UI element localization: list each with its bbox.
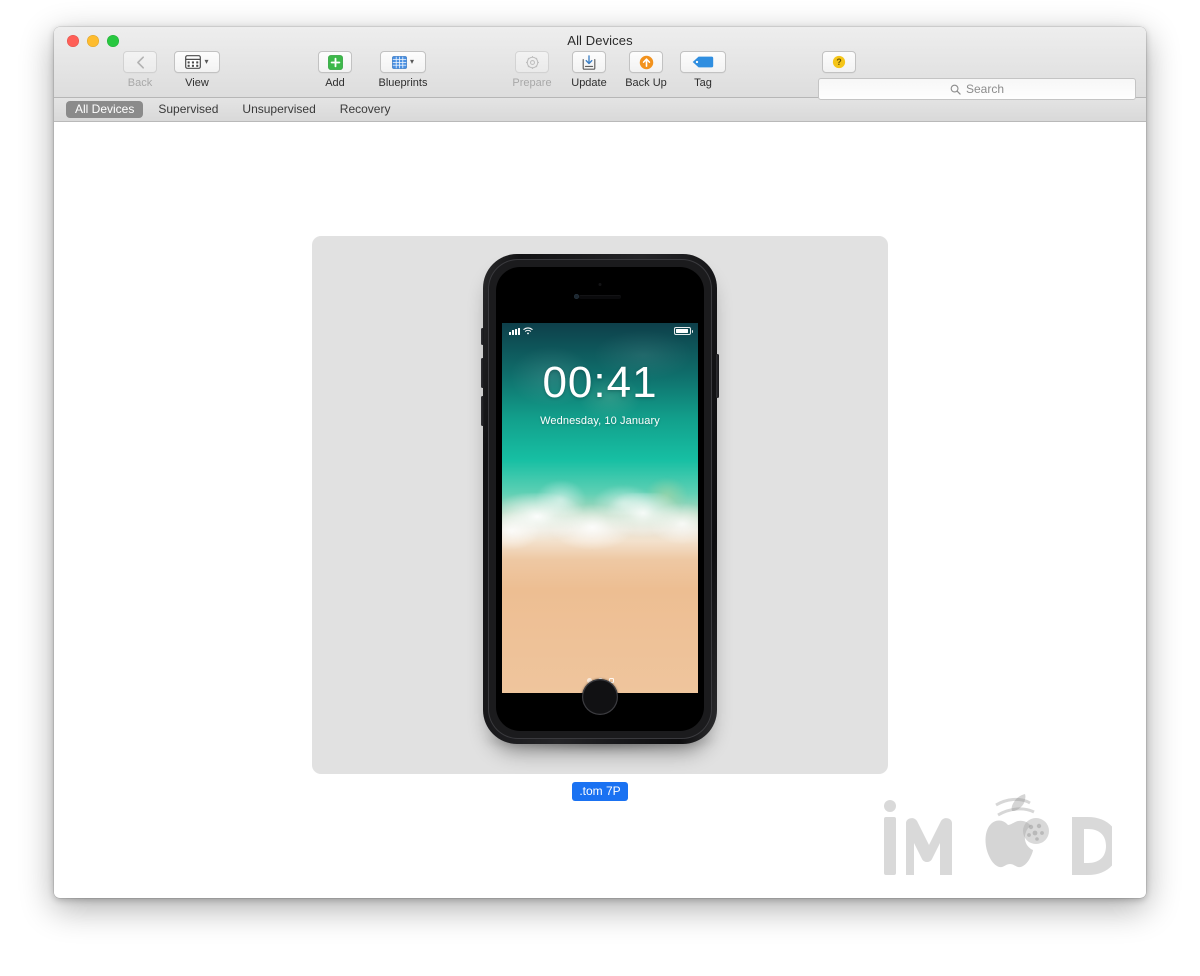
wifi-icon xyxy=(523,326,533,334)
device-name-row: .tom 7P xyxy=(312,782,888,801)
backup-button-face xyxy=(629,51,663,73)
iphone-graphic: 00:41 Wednesday, 10 January xyxy=(481,254,719,744)
question-circle-icon: ? xyxy=(832,55,846,69)
iphone-bezel: 00:41 Wednesday, 10 January xyxy=(488,259,712,739)
toolbar-label-blueprints: Blueprints xyxy=(378,77,428,89)
blueprints-button-face: ▾ xyxy=(380,51,426,73)
imod-watermark xyxy=(876,783,1119,885)
volume-up-button-icon xyxy=(481,358,484,388)
toolbar-label-update: Update xyxy=(571,77,607,89)
tag-button-face xyxy=(680,51,726,73)
toolbar-label-view: View xyxy=(185,77,209,89)
home-button-icon xyxy=(582,679,618,715)
toolbar-button-add[interactable]: Add xyxy=(304,51,366,89)
toolbar-button-prepare[interactable]: Prepare xyxy=(501,51,563,89)
add-button-face xyxy=(318,51,352,73)
back-button-face xyxy=(123,51,157,73)
filter-all-devices[interactable]: All Devices xyxy=(66,101,144,118)
status-bar-left xyxy=(509,326,533,335)
filter-bar: All Devices Supervised Unsupervised Reco… xyxy=(54,98,1146,122)
toolbar-label-add: Add xyxy=(325,77,345,89)
search-field-wrapper[interactable]: Search xyxy=(818,78,1136,100)
toolbar-label-back: Back xyxy=(127,77,153,89)
toolbar-button-update[interactable]: Update xyxy=(558,51,620,89)
volume-down-button-icon xyxy=(481,396,484,426)
imod-logo-icon xyxy=(884,794,1119,875)
lockscreen-clock: 00:41 xyxy=(542,358,658,407)
filter-unsupervised[interactable]: Unsupervised xyxy=(233,101,324,118)
iphone-screen: 00:41 Wednesday, 10 January xyxy=(502,323,698,693)
battery-icon xyxy=(674,326,693,335)
silent-switch-icon xyxy=(481,328,484,345)
desktop-background: All Devices Back ▾ View Add ▾ Blueprints… xyxy=(0,0,1200,976)
chevron-down-icon: ▾ xyxy=(204,57,209,66)
toolbar-button-back[interactable]: Back xyxy=(109,51,171,89)
ios-status-bar xyxy=(502,323,698,338)
window-titlebar: All Devices Back ▾ View Add ▾ Blueprints… xyxy=(54,27,1146,100)
toolbar-button-blueprints[interactable]: ▾ Blueprints xyxy=(363,51,443,89)
arrow-up-circle-icon xyxy=(639,55,653,69)
earpiece-speaker-icon xyxy=(579,295,621,299)
view-grid-icon xyxy=(185,55,202,69)
toolbar: Back ▾ View Add ▾ Blueprints Prepare Upd… xyxy=(54,51,1146,100)
plus-green-icon xyxy=(327,54,343,70)
toolbar-button-backup[interactable]: Back Up xyxy=(615,51,677,89)
help-button-face: ? xyxy=(822,51,856,73)
search-placeholder: Search xyxy=(965,82,1005,96)
window-title: All Devices xyxy=(567,33,633,48)
iphone-body: 00:41 Wednesday, 10 January xyxy=(481,254,719,744)
device-name-label[interactable]: .tom 7P xyxy=(572,782,628,801)
blueprint-icon xyxy=(392,55,407,69)
iphone-front-face: 00:41 Wednesday, 10 January xyxy=(496,267,704,731)
filter-recovery[interactable]: Recovery xyxy=(331,101,400,118)
search-field[interactable]: Search xyxy=(818,78,1136,100)
device-tile[interactable]: 00:41 Wednesday, 10 January xyxy=(312,236,888,774)
wallpaper-foam-front xyxy=(502,493,698,553)
svg-text:?: ? xyxy=(836,57,841,67)
chevron-left-icon xyxy=(136,55,144,69)
power-button-icon xyxy=(716,354,719,398)
toolbar-label-backup: Back Up xyxy=(625,77,667,89)
prepare-button-face xyxy=(515,51,549,73)
filter-supervised[interactable]: Supervised xyxy=(149,101,227,118)
toolbar-button-tag[interactable]: Tag xyxy=(672,51,734,89)
update-button-face xyxy=(572,51,606,73)
search-icon xyxy=(950,84,961,95)
toolbar-label-prepare: Prepare xyxy=(512,77,552,89)
download-box-icon xyxy=(582,54,596,70)
view-button-face: ▾ xyxy=(174,51,220,73)
gear-icon xyxy=(525,55,539,69)
apple-configurator-window: All Devices Back ▾ View Add ▾ Blueprints… xyxy=(54,27,1146,898)
proximity-sensor-icon xyxy=(598,283,602,286)
tag-blue-icon xyxy=(692,56,714,68)
cellular-bars-icon xyxy=(509,327,520,335)
chevron-down-icon: ▾ xyxy=(409,57,414,66)
device-grid-content: 00:41 Wednesday, 10 January .tom 7P xyxy=(54,122,1146,897)
lockscreen-date: Wednesday, 10 January xyxy=(540,415,660,427)
toolbar-button-view[interactable]: ▾ View xyxy=(166,51,228,89)
toolbar-label-tag: Tag xyxy=(694,77,712,89)
